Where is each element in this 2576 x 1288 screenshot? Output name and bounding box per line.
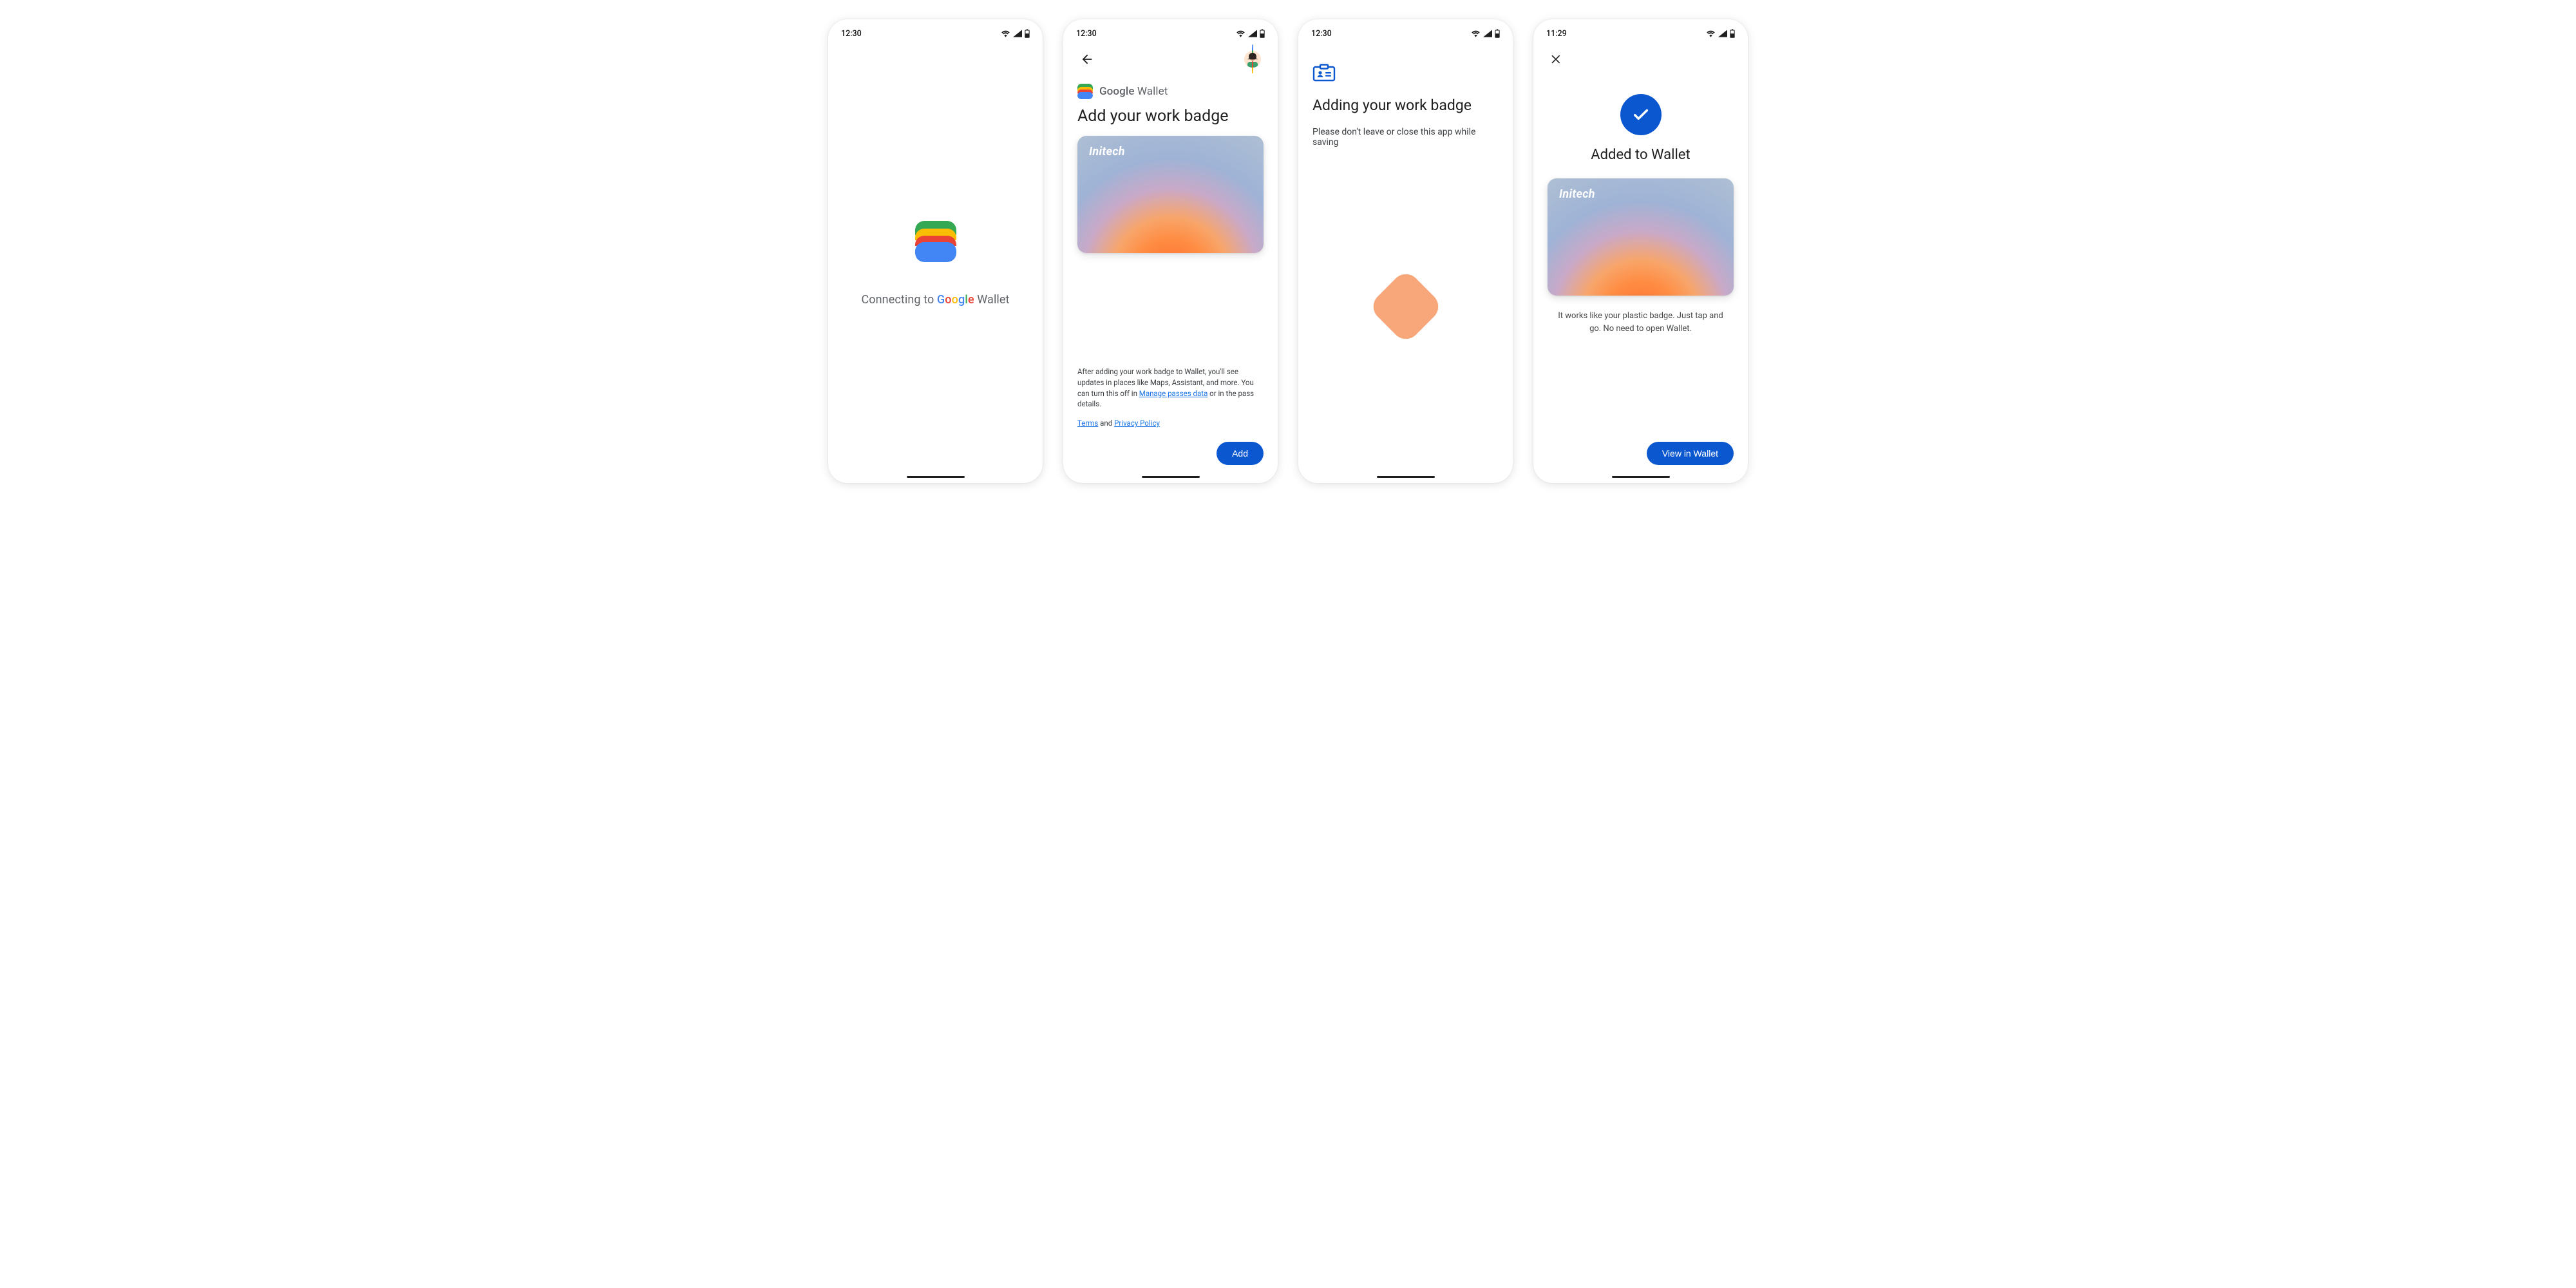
cell-signal-icon bbox=[1718, 30, 1727, 37]
nav-handle[interactable] bbox=[1612, 476, 1670, 478]
close-button[interactable] bbox=[1548, 50, 1566, 68]
battery-icon bbox=[1260, 29, 1265, 38]
cell-signal-icon bbox=[1248, 30, 1257, 37]
wifi-icon bbox=[1471, 30, 1481, 37]
status-time: 11:29 bbox=[1546, 29, 1567, 39]
page-title: Adding your work badge bbox=[1312, 97, 1499, 114]
card-brand-label: Initech bbox=[1559, 187, 1595, 201]
manage-passes-link[interactable]: Manage passes data bbox=[1139, 389, 1208, 398]
battery-icon bbox=[1730, 29, 1735, 38]
status-icons bbox=[1471, 29, 1500, 38]
id-card-icon bbox=[1312, 63, 1499, 85]
work-badge-card: Initech bbox=[1548, 178, 1734, 296]
disclosure-text: After adding your work badge to Wallet, … bbox=[1077, 354, 1264, 410]
back-button[interactable] bbox=[1077, 50, 1097, 69]
close-icon bbox=[1550, 53, 1563, 66]
battery-icon bbox=[1495, 29, 1500, 38]
cell-signal-icon bbox=[1013, 30, 1022, 37]
wifi-icon bbox=[1236, 30, 1245, 37]
description-text: It works like your plastic badge. Just t… bbox=[1548, 310, 1734, 335]
work-badge-card: Initech bbox=[1077, 136, 1264, 253]
arrow-left-icon bbox=[1080, 52, 1094, 66]
wallet-brand-label: Google Wallet bbox=[1099, 85, 1168, 98]
account-avatar-button[interactable] bbox=[1242, 48, 1264, 70]
screen-connecting: 12:30 Connecting to Google Wallet bbox=[828, 19, 1043, 483]
terms-link[interactable]: Terms bbox=[1077, 419, 1098, 428]
page-title: Add your work badge bbox=[1077, 107, 1264, 126]
status-icons bbox=[1706, 29, 1735, 38]
screen-add-badge: 12:30 bbox=[1063, 19, 1278, 483]
nav-handle[interactable] bbox=[1377, 476, 1435, 478]
wallet-app-icon bbox=[915, 221, 956, 262]
cell-signal-icon bbox=[1483, 30, 1492, 37]
screen-added: 11:29 Added to Wallet Initech bbox=[1533, 19, 1748, 483]
battery-icon bbox=[1025, 29, 1030, 38]
status-icons bbox=[1001, 29, 1030, 38]
status-time: 12:30 bbox=[841, 29, 862, 39]
status-icons bbox=[1236, 29, 1265, 38]
page-title: Added to Wallet bbox=[1591, 147, 1690, 163]
success-check-icon bbox=[1620, 94, 1662, 135]
privacy-link[interactable]: Privacy Policy bbox=[1114, 419, 1160, 428]
status-bar: 11:29 bbox=[1533, 23, 1748, 44]
wifi-icon bbox=[1001, 30, 1010, 37]
status-bar: 12:30 bbox=[1298, 23, 1513, 44]
wallet-icon bbox=[1077, 84, 1093, 99]
avatar-person-icon bbox=[1244, 51, 1261, 68]
terms-row: Terms and Privacy Policy bbox=[1077, 419, 1264, 428]
loading-indicator bbox=[1367, 268, 1444, 345]
status-time: 12:30 bbox=[1311, 29, 1332, 39]
avatar bbox=[1244, 44, 1261, 73]
view-in-wallet-button[interactable]: View in Wallet bbox=[1647, 442, 1734, 465]
screen-adding: 12:30 Adding your work badge Please don bbox=[1298, 19, 1513, 483]
card-brand-label: Initech bbox=[1089, 145, 1125, 158]
nav-handle[interactable] bbox=[1142, 476, 1200, 478]
wifi-icon bbox=[1706, 30, 1716, 37]
status-bar: 12:30 bbox=[828, 23, 1043, 44]
status-bar: 12:30 bbox=[1063, 23, 1278, 44]
nav-handle[interactable] bbox=[907, 476, 965, 478]
add-button[interactable]: Add bbox=[1217, 442, 1264, 465]
subtitle-text: Please don't leave or close this app whi… bbox=[1312, 127, 1499, 147]
wallet-brand-row: Google Wallet bbox=[1077, 84, 1264, 99]
connecting-text: Connecting to Google Wallet bbox=[861, 293, 1009, 307]
status-time: 12:30 bbox=[1076, 29, 1097, 39]
